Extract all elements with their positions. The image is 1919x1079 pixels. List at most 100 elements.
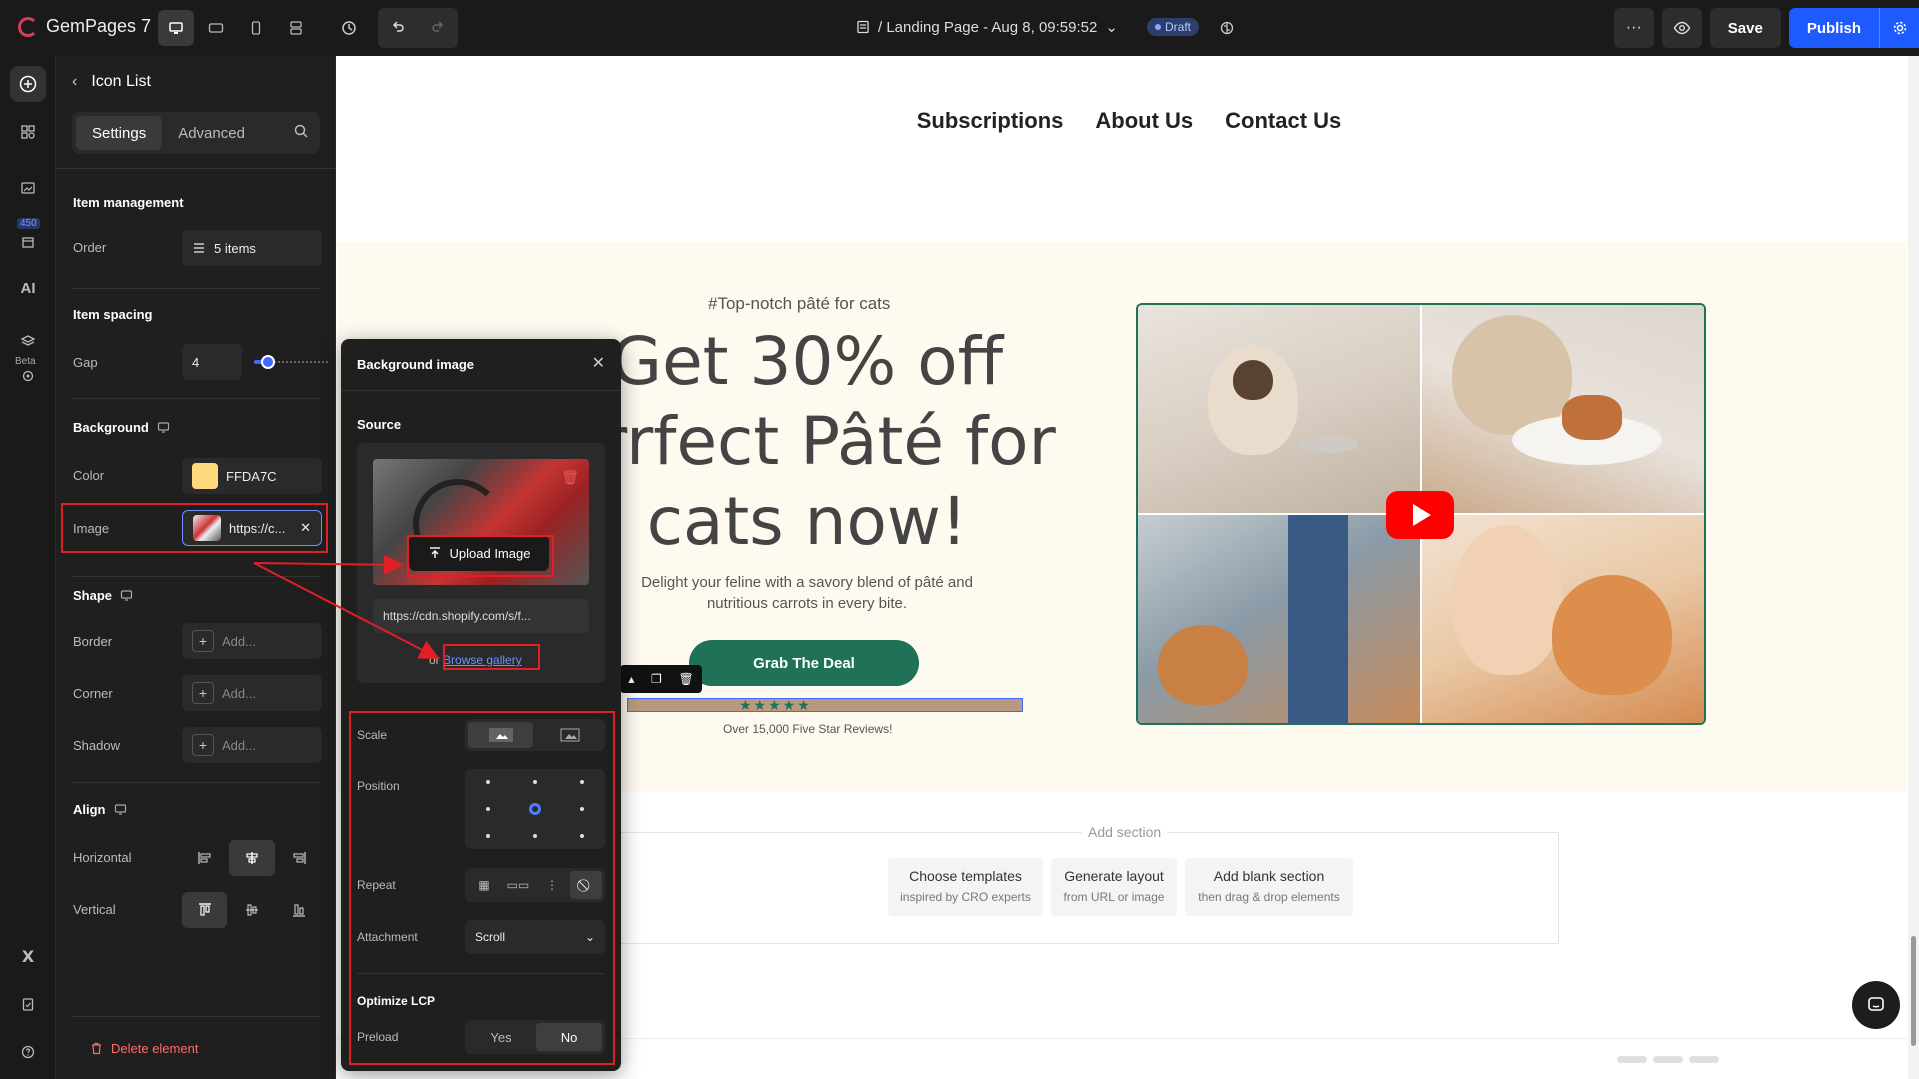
tab-advanced[interactable]: Advanced: [162, 116, 261, 150]
more-options-button[interactable]: ···: [1613, 8, 1654, 48]
gap-input[interactable]: 4: [182, 344, 242, 380]
align-title-text: Align: [73, 802, 106, 817]
divider: [56, 168, 336, 169]
option-subtitle: inspired by CRO experts: [900, 890, 1031, 904]
order-label: Order: [73, 240, 107, 255]
search-icon[interactable]: [294, 124, 308, 143]
save-button[interactable]: Save: [1709, 8, 1781, 48]
trash-icon[interactable]: 🗑: [561, 469, 579, 486]
delete-element-button[interactable]: Delete element: [90, 1041, 198, 1056]
help-icon: [21, 1045, 35, 1059]
redo-button[interactable]: [418, 8, 458, 48]
scrollbar-thumb[interactable]: [1911, 936, 1916, 1046]
desktop-view-button[interactable]: [158, 10, 194, 46]
align-center-button[interactable]: [229, 840, 275, 876]
order-field[interactable]: 5 items: [182, 230, 322, 266]
align-bottom-icon: [293, 904, 306, 917]
nav-link-subscriptions[interactable]: Subscriptions: [917, 108, 1064, 134]
undo-button[interactable]: [378, 8, 418, 48]
brain-ai-button[interactable]: [1209, 10, 1245, 46]
person-legs-shape: [1288, 515, 1348, 723]
site-nav: Subscriptions About Us Contact Us: [337, 56, 1907, 242]
apps-button[interactable]: [10, 224, 46, 260]
caret-up-icon[interactable]: ▴: [628, 672, 634, 686]
align-top-button[interactable]: [182, 892, 228, 928]
gap-slider[interactable]: [254, 355, 328, 369]
corner-label: Corner: [73, 686, 113, 701]
plus-icon: +: [192, 630, 214, 652]
preview-button[interactable]: [1661, 8, 1702, 48]
ai-button[interactable]: AI: [10, 270, 46, 306]
align-left-icon: [197, 852, 211, 864]
align-left-button[interactable]: [182, 840, 227, 876]
plus-icon: +: [192, 682, 214, 704]
close-icon[interactable]: ✕: [592, 353, 605, 373]
checklist-button[interactable]: [10, 986, 46, 1022]
divider: [341, 390, 621, 391]
nav-link-contact[interactable]: Contact Us: [1225, 108, 1341, 134]
divider: [72, 1016, 320, 1017]
source-label: Source: [357, 417, 402, 432]
history-button[interactable]: [331, 10, 367, 46]
publish-settings-button[interactable]: [1879, 8, 1919, 48]
choose-templates-option[interactable]: Choose templates inspired by CRO experts: [888, 858, 1043, 916]
vertical-align-group: [182, 892, 322, 928]
horizontal-align-group: [182, 840, 322, 876]
app-logo[interactable]: GemPages 7: [18, 16, 151, 37]
list-icon: [194, 243, 204, 253]
shape-title: Shape: [73, 588, 133, 603]
color-field[interactable]: FFDA7C: [182, 458, 322, 494]
layers-button[interactable]: [10, 324, 46, 360]
settings-panel: ‹ Icon List Settings Advanced Item manag…: [56, 56, 336, 1079]
monitor-icon: [157, 422, 169, 433]
beta-feature-button[interactable]: [10, 358, 46, 394]
eye-icon: [1673, 21, 1691, 35]
help-button[interactable]: [10, 1034, 46, 1070]
nav-link-about[interactable]: About Us: [1095, 108, 1193, 134]
shadow-field[interactable]: + Add...: [182, 727, 322, 763]
redo-icon: [432, 21, 444, 32]
color-swatch[interactable]: [192, 463, 218, 489]
image-url-input[interactable]: https://cdn.shopify.com/s/f...: [373, 599, 589, 633]
pages-button[interactable]: [10, 170, 46, 206]
page-selector[interactable]: / Landing Page - Aug 8, 09:59:52 ⌄: [856, 18, 1118, 36]
hero-description: Delight your feline with a savory blend …: [641, 574, 973, 612]
responsive-view-button[interactable]: [278, 10, 314, 46]
clipboard-icon: [22, 998, 34, 1011]
chat-button[interactable]: [1852, 981, 1900, 1029]
add-blank-section-option[interactable]: Add blank section then drag & drop eleme…: [1185, 858, 1353, 916]
selected-icon-list[interactable]: [627, 698, 1023, 712]
mobile-view-button[interactable]: [238, 10, 274, 46]
tablet-landscape-view-button[interactable]: [198, 10, 234, 46]
x-button[interactable]: 𝗫: [10, 939, 46, 975]
align-bottom-button[interactable]: [277, 892, 322, 928]
grab-deal-button[interactable]: Grab The Deal: [689, 640, 919, 686]
add-element-button[interactable]: [10, 66, 46, 102]
trash-icon: [92, 1042, 101, 1055]
annotation-box-upload: [407, 535, 554, 577]
element-toolbar: ▴ ❐ 🗑: [620, 665, 702, 693]
hero-tagline: #Top-notch pâté for cats: [708, 294, 891, 313]
corner-field[interactable]: + Add...: [182, 675, 322, 711]
woman-face-shape: [1452, 525, 1562, 675]
duplicate-icon[interactable]: ❐: [651, 672, 662, 686]
generate-layout-option[interactable]: Generate layout from URL or image: [1051, 858, 1177, 916]
undo-icon: [392, 21, 404, 32]
align-middle-button[interactable]: [229, 892, 274, 928]
option-title: Generate layout: [1064, 868, 1164, 884]
align-title: Align: [73, 802, 127, 817]
publish-button[interactable]: Publish: [1788, 8, 1879, 48]
align-top-icon: [198, 903, 211, 916]
back-chevron-icon[interactable]: ‹: [72, 73, 77, 91]
delete-icon[interactable]: 🗑: [678, 672, 693, 686]
sections-button[interactable]: [10, 114, 46, 150]
tab-settings[interactable]: Settings: [76, 116, 163, 150]
align-right-button[interactable]: [277, 840, 322, 876]
panel-header: ‹ Icon List: [72, 73, 151, 91]
border-field[interactable]: + Add...: [182, 623, 322, 659]
play-button-icon[interactable]: [1386, 491, 1454, 539]
video-thumbnail[interactable]: [1136, 303, 1706, 725]
canvas-scrollbar[interactable]: [1908, 56, 1919, 1079]
shadow-add-placeholder: Add...: [222, 737, 256, 753]
gap-slider-knob[interactable]: [261, 355, 275, 369]
